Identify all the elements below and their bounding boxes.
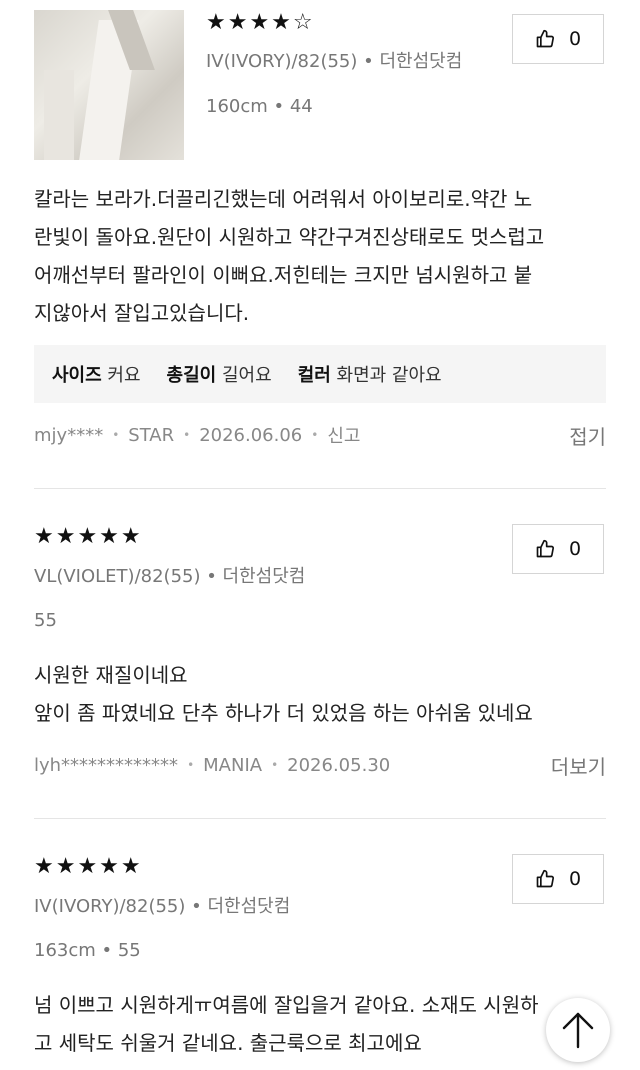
option-info: IV(IVORY)/82(55) • 더한섬닷컴 (34, 896, 291, 917)
tag-value: 길어요 (221, 365, 272, 386)
star-rating: ★★★★★ (34, 854, 143, 879)
member-grade: STAR (128, 424, 175, 446)
review-text: 넘 이쁘고 시원하게ㅠ여름에 잘입을거 같아요. 소재도 시원하 고 세탁도 쉬… (34, 986, 539, 1062)
collapse-button[interactable]: 접기 (569, 421, 606, 450)
review-text-line: 넘 이쁘고 시원하게ㅠ여름에 잘입을거 같아요. 소재도 시원하 (34, 993, 539, 1017)
like-button[interactable]: 0 (512, 14, 604, 64)
report-link[interactable]: 신고 (327, 422, 360, 448)
photo-fold (44, 70, 74, 160)
size-info: 160cm • 44 (206, 96, 313, 117)
review-text-line: 앞이 좀 파였네요 단추 하나가 더 있었음 하는 아쉬움 있네요 (34, 701, 533, 725)
separator: • (112, 428, 120, 442)
review-text-line: 시원한 재질이네요 (34, 663, 188, 687)
separator: • (187, 758, 195, 772)
tag-key: 총길이 (166, 365, 217, 386)
thumbs-up-icon (536, 29, 554, 48)
review-date: 2026.05.30 (287, 754, 391, 776)
review-item: ★★★★★ VL(VIOLET)/82(55) • 더한섬닷컴 55 0 시원한… (34, 520, 606, 790)
member-grade: MANIA (203, 754, 263, 776)
review-item: ★★★★☆ IV(IVORY)/82(55) • 더한섬닷컴 160cm • 4… (34, 10, 606, 470)
arrow-up-icon (562, 1012, 594, 1049)
like-count: 0 (568, 28, 582, 50)
fit-tag-size: 사이즈 커요 (52, 361, 141, 387)
review-footer: mjy**** • STAR • 2026.06.06 • 신고 접기 (34, 420, 606, 450)
review-text: 칼라는 보라가.더끌리긴했는데 어려워서 아이보리로.약간 노 란빛이 돌아요.… (34, 180, 544, 332)
review-text-line: 고 세탁도 쉬울거 같네요. 출근룩으로 최고에요 (34, 1031, 422, 1055)
star-rating: ★★★★★ (34, 524, 143, 549)
reviewer-id: mjy**** (34, 424, 104, 446)
tag-key: 사이즈 (52, 365, 102, 386)
tag-value: 화면과 같아요 (336, 365, 442, 386)
review-text: 시원한 재질이네요 앞이 좀 파였네요 단추 하나가 더 있었음 하는 아쉬움 … (34, 656, 533, 732)
review-text-line: 지않아서 잘입고있습니다. (34, 301, 250, 325)
size-info: 163cm • 55 (34, 940, 141, 961)
star-rating: ★★★★☆ (206, 10, 315, 35)
review-photo[interactable] (34, 10, 184, 160)
thumbs-up-icon (536, 869, 554, 888)
fit-tag-length: 총길이 길어요 (167, 361, 272, 387)
review-text-line: 칼라는 보라가.더끌리긴했는데 어려워서 아이보리로.약간 노 (34, 187, 533, 211)
review-text-line: 어깨선부터 팔라인이 이뻐요.저힌테는 크지만 넘시원하고 붙 (34, 263, 533, 287)
like-count: 0 (568, 538, 582, 560)
scroll-to-top-button[interactable] (546, 998, 610, 1062)
fit-tag-color: 컬러 화면과 같아요 (298, 361, 442, 387)
review-text-line: 란빛이 돌아요.원단이 시원하고 약간구겨진상태로도 멋스럽고 (34, 225, 545, 249)
thumbs-up-icon (536, 539, 554, 558)
separator: • (271, 758, 279, 772)
review-divider (34, 818, 606, 819)
tag-value: 커요 (107, 365, 141, 386)
separator: • (183, 428, 191, 442)
like-button[interactable]: 0 (512, 524, 604, 574)
reviewer-id: lyh************* (34, 754, 179, 776)
review-item: ★★★★★ IV(IVORY)/82(55) • 더한섬닷컴 163cm • 5… (34, 850, 606, 1070)
tag-key: 컬러 (297, 365, 331, 386)
like-button[interactable]: 0 (512, 854, 604, 904)
review-date: 2026.06.06 (199, 424, 303, 446)
review-divider (34, 488, 606, 489)
fit-tags: 사이즈 커요 총길이 길어요 컬러 화면과 같아요 (34, 345, 606, 403)
option-info: IV(IVORY)/82(55) • 더한섬닷컴 (206, 51, 463, 72)
more-button[interactable]: 더보기 (551, 751, 606, 780)
like-count: 0 (568, 868, 582, 890)
separator: • (311, 428, 319, 442)
size-info: 55 (34, 610, 57, 631)
option-info: VL(VIOLET)/82(55) • 더한섬닷컴 (34, 566, 306, 587)
review-footer: lyh************* • MANIA • 2026.05.30 더보… (34, 750, 606, 780)
